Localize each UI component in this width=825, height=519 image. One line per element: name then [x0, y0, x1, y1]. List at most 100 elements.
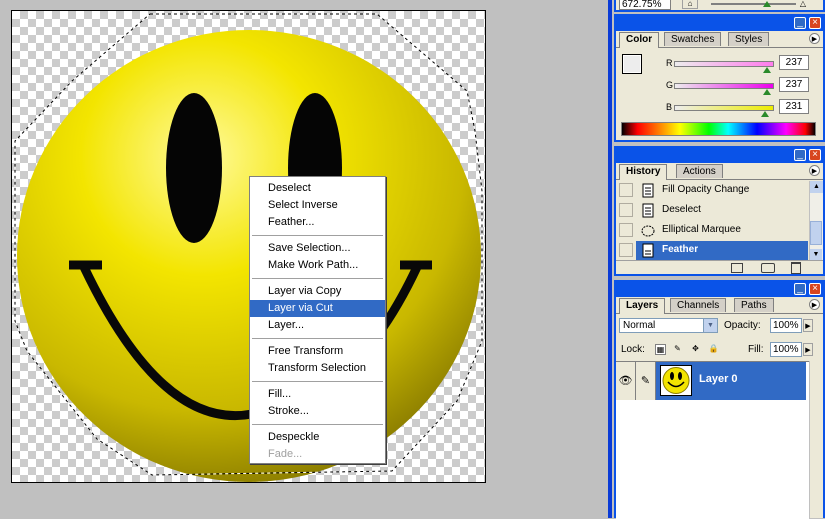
menu-item-despeckle[interactable]: Despeckle	[250, 429, 385, 446]
history-panel-tabs: ▶ History Actions	[616, 163, 823, 180]
layers-scrollbar[interactable]	[809, 361, 823, 518]
left-eye	[166, 93, 222, 243]
tab-channels[interactable]: Channels	[670, 298, 727, 312]
fill-flyout-icon[interactable]: ▶	[803, 343, 813, 356]
opacity-input[interactable]: 100%	[770, 318, 802, 333]
panel-menu-icon[interactable]: ▶	[809, 165, 820, 176]
slider-value-input[interactable]: 237	[779, 55, 809, 70]
chevron-down-icon[interactable]: ▼	[703, 319, 717, 332]
history-state-label: Fill Opacity Change	[662, 184, 750, 195]
history-scrollbar[interactable]: ▲ ▼	[809, 181, 823, 261]
zoom-in-icon[interactable]: △	[796, 0, 810, 9]
history-state-label: Feather	[662, 244, 699, 255]
history-source-checkbox[interactable]	[619, 243, 633, 257]
slider-track[interactable]	[674, 61, 774, 67]
color-swatches[interactable]	[622, 54, 654, 86]
opacity-flyout-icon[interactable]: ▶	[803, 319, 813, 332]
lock-all-icon[interactable]: 🔒	[708, 344, 719, 355]
lock-image-pixels-icon[interactable]: ✎	[672, 344, 683, 355]
history-state-label: Deselect	[662, 204, 701, 215]
lock-label: Lock:	[621, 344, 645, 355]
tab-swatches[interactable]: Swatches	[664, 32, 722, 46]
panel-menu-icon[interactable]: ▶	[809, 299, 820, 310]
menu-separator	[252, 278, 383, 279]
slider-label: G	[666, 80, 674, 90]
history-state[interactable]: Deselect	[618, 201, 810, 221]
menu-item-transform-selection[interactable]: Transform Selection	[250, 360, 385, 377]
brush-icon[interactable]: ✎	[636, 362, 656, 400]
menu-item-layer-via-cut[interactable]: Layer via Cut	[250, 300, 385, 317]
tab-actions[interactable]: Actions	[676, 164, 723, 178]
menu-separator	[252, 235, 383, 236]
new-snapshot-icon[interactable]	[761, 263, 775, 273]
close-icon[interactable]: ×	[809, 149, 821, 161]
history-state[interactable]: Elliptical Marquee	[618, 221, 810, 241]
tab-styles[interactable]: Styles	[728, 32, 770, 46]
history-source-checkbox[interactable]	[619, 183, 633, 197]
history-source-checkbox[interactable]	[619, 223, 633, 237]
tab-layers[interactable]: Layers	[619, 298, 666, 314]
menu-item-fade: Fade...	[268, 448, 303, 460]
color-spectrum-ramp[interactable]	[621, 122, 816, 136]
menu-item-feather[interactable]: Feather...	[250, 214, 385, 231]
panel-menu-icon[interactable]: ▶	[809, 33, 820, 44]
foreground-color-swatch[interactable]	[622, 54, 642, 74]
zoom-slider-thumb-icon[interactable]	[763, 1, 771, 7]
layers-list: 👁 ✎ Layer 0	[616, 361, 809, 519]
menu-item-save-selection[interactable]: Save Selection...	[250, 240, 385, 257]
color-slider-g[interactable]: G 237	[666, 77, 816, 95]
ellipse-icon	[640, 223, 656, 239]
close-icon[interactable]: ×	[809, 17, 821, 29]
lock-transparency-icon[interactable]: ▦	[655, 344, 666, 355]
minimize-icon[interactable]: _	[794, 283, 806, 295]
new-document-from-state-icon[interactable]	[731, 263, 743, 273]
history-state[interactable]: Feather	[618, 241, 810, 261]
zoom-input[interactable]: 672.75%	[619, 0, 671, 10]
slider-track[interactable]	[674, 105, 774, 111]
minimize-icon[interactable]: _	[794, 149, 806, 161]
document-icon	[640, 203, 656, 219]
layers-panel-titlebar[interactable]: _ ×	[616, 282, 823, 297]
slider-value-input[interactable]: 231	[779, 99, 809, 114]
scroll-up-icon[interactable]: ▲	[810, 181, 823, 193]
minimize-icon[interactable]: _	[794, 17, 806, 29]
menu-item-make-work-path[interactable]: Make Work Path...	[250, 257, 385, 274]
close-icon[interactable]: ×	[809, 283, 821, 295]
navigator-panel: 672.75% ⌂ △	[614, 0, 825, 12]
menu-item-fill[interactable]: Fill...	[250, 386, 385, 403]
eye-icon[interactable]: 👁	[616, 362, 636, 400]
menu-item-stroke[interactable]: Stroke...	[250, 403, 385, 420]
zoom-out-icon[interactable]: ⌂	[682, 0, 698, 9]
menu-separator	[252, 338, 383, 339]
slider-thumb-icon[interactable]	[760, 111, 769, 117]
menu-item-select-inverse[interactable]: Select Inverse	[250, 197, 385, 214]
history-panel: _ × ▶ History Actions Fill Opacity Change…	[614, 146, 825, 276]
slider-value-input[interactable]: 237	[779, 77, 809, 92]
fill-input[interactable]: 100%	[770, 342, 802, 357]
color-panel-titlebar[interactable]: _ ×	[616, 16, 823, 31]
layer-row[interactable]: 👁 ✎ Layer 0	[616, 362, 806, 400]
scroll-thumb[interactable]	[810, 221, 822, 245]
menu-item-layer[interactable]: Layer...	[250, 317, 385, 334]
menu-item-layer-via-copy[interactable]: Layer via Copy	[250, 283, 385, 300]
history-panel-titlebar[interactable]: _ ×	[616, 148, 823, 163]
tab-color[interactable]: Color	[619, 32, 660, 48]
tab-paths[interactable]: Paths	[734, 298, 774, 312]
menu-item-free-transform[interactable]: Free Transform	[250, 343, 385, 360]
blend-mode-select[interactable]: Normal ▼	[619, 318, 718, 333]
history-footer	[616, 260, 823, 274]
slider-label: B	[666, 102, 673, 112]
menu-separator	[252, 424, 383, 425]
history-state[interactable]: Fill Opacity Change	[618, 181, 810, 201]
slider-thumb-icon[interactable]	[762, 89, 771, 95]
lock-position-icon[interactable]: ✥	[690, 344, 701, 355]
zoom-slider[interactable]	[711, 3, 796, 5]
menu-item-deselect[interactable]: Deselect	[250, 180, 385, 197]
slider-track[interactable]	[674, 83, 774, 89]
trash-icon[interactable]	[791, 262, 801, 274]
slider-thumb-icon[interactable]	[762, 67, 771, 73]
color-slider-b[interactable]: B 231	[666, 99, 816, 117]
tab-history[interactable]: History	[619, 164, 668, 180]
color-slider-r[interactable]: R 237	[666, 55, 816, 73]
history-source-checkbox[interactable]	[619, 203, 633, 217]
